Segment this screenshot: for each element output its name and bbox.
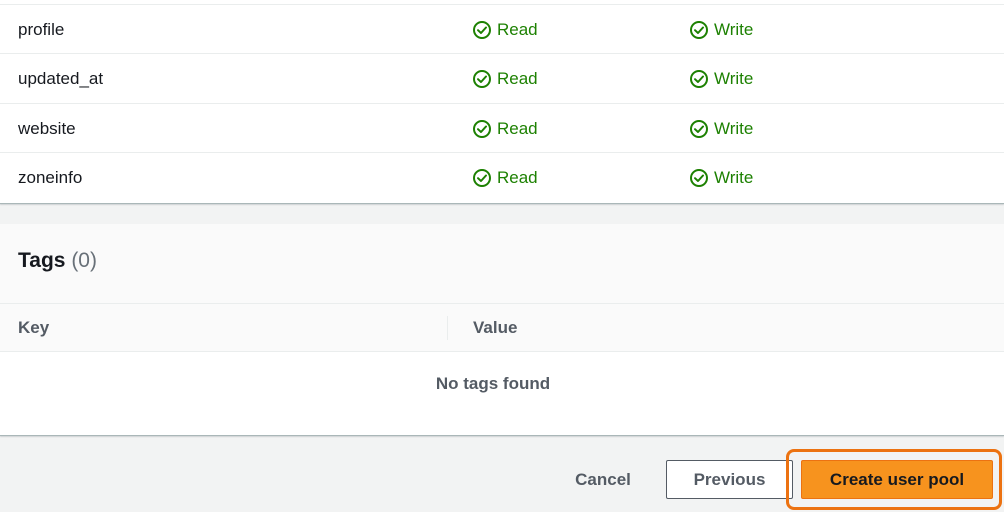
- read-label: Read: [497, 167, 538, 187]
- check-circle-icon: [690, 69, 708, 88]
- table-row: profile Read Write: [0, 4, 1004, 53]
- table-row: updated_at Read Write: [0, 53, 1004, 102]
- write-label: Write: [714, 167, 754, 187]
- tags-title-text: Tags: [18, 249, 66, 272]
- read-permission: Read: [472, 5, 538, 54]
- tags-title: Tags (0): [18, 249, 97, 273]
- check-circle-icon: [473, 20, 491, 39]
- key-column-header: Key: [18, 318, 50, 337]
- write-permission: Write: [689, 54, 753, 103]
- empty-state-message: No tags found: [435, 374, 551, 393]
- check-circle-icon: [473, 119, 491, 138]
- write-permission: Write: [689, 104, 753, 153]
- cancel-button[interactable]: Cancel: [560, 460, 646, 499]
- read-label: Read: [497, 118, 538, 138]
- tags-header: Tags (0): [0, 224, 1004, 304]
- check-circle-icon: [473, 69, 491, 88]
- table-row: zoneinfo Read Write: [0, 152, 1004, 201]
- check-circle-icon: [690, 119, 708, 138]
- table-row: website Read Write: [0, 103, 1004, 152]
- check-circle-icon: [690, 20, 708, 39]
- value-column-header: Value: [473, 318, 518, 337]
- check-circle-icon: [473, 168, 491, 187]
- tags-count: (0): [71, 249, 97, 272]
- read-permission: Read: [472, 153, 538, 202]
- write-permission: Write: [689, 153, 753, 202]
- read-label: Read: [497, 19, 538, 39]
- write-label: Write: [714, 118, 754, 138]
- previous-button[interactable]: Previous: [666, 460, 793, 499]
- attribute-name: zoneinfo: [18, 168, 83, 187]
- attribute-name: website: [18, 119, 76, 138]
- read-permission: Read: [472, 54, 538, 103]
- write-permission: Write: [689, 5, 753, 54]
- attribute-name: profile: [18, 20, 65, 39]
- read-label: Read: [497, 68, 538, 88]
- attribute-name: updated_at: [18, 69, 104, 88]
- create-user-pool-button[interactable]: Create user pool: [801, 460, 993, 499]
- read-permission: Read: [472, 104, 538, 153]
- write-label: Write: [714, 68, 754, 88]
- attributes-table: profile Read Write updated_at Read Write…: [0, 0, 1004, 204]
- check-circle-icon: [690, 168, 708, 187]
- write-label: Write: [714, 19, 754, 39]
- tags-panel: Tags (0) Key Value No tags found: [0, 224, 1004, 436]
- tags-table-header: Key Value: [0, 304, 1004, 352]
- column-divider[interactable]: [447, 316, 448, 340]
